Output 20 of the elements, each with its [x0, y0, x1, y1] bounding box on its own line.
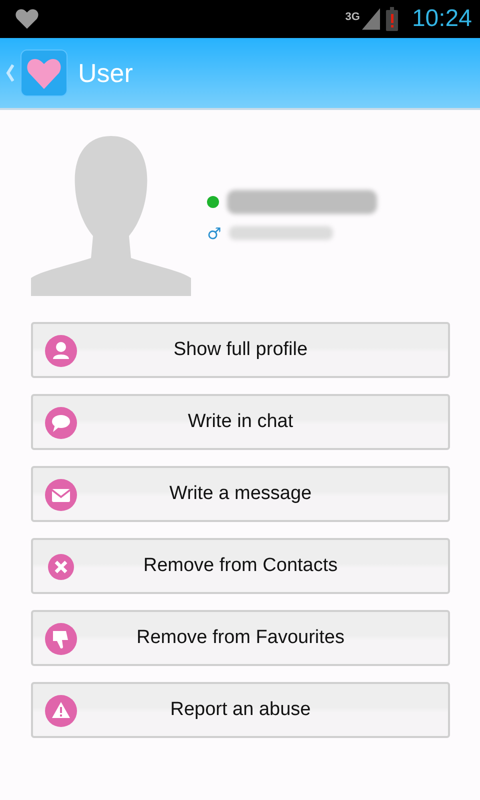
close-icon	[45, 551, 77, 583]
gender-symbol: ♂	[207, 224, 222, 242]
speech-bubble-icon	[45, 407, 77, 439]
action-button[interactable]: Remove from Contacts	[31, 538, 450, 594]
warning-icon	[45, 695, 77, 727]
network-label: 3G	[345, 11, 360, 23]
action-button[interactable]: Write in chat	[31, 394, 450, 450]
action-button[interactable]: Report an abuse	[31, 682, 450, 738]
app-logo-icon[interactable]	[20, 49, 68, 97]
thumbs-down-icon	[45, 623, 77, 655]
action-button[interactable]: Show full profile	[31, 322, 450, 378]
person-icon	[45, 335, 77, 367]
envelope-icon	[45, 479, 77, 511]
action-button[interactable]: Remove from Favourites	[31, 610, 450, 666]
screen-title: User	[78, 58, 133, 88]
back-chevron-icon[interactable]	[6, 64, 14, 82]
signal-icon	[362, 8, 380, 30]
clock-time: 10:24	[412, 5, 472, 33]
battery-icon	[386, 7, 398, 31]
action-button[interactable]: Write a message	[31, 466, 450, 522]
